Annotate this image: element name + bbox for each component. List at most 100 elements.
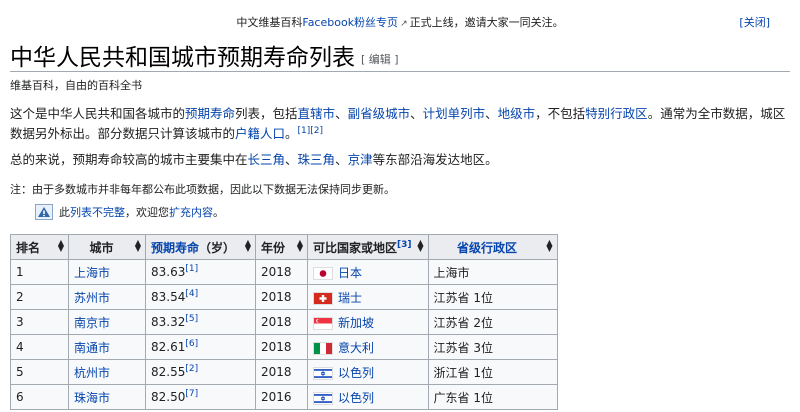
cell-province: 浙江省 1位 (427, 359, 558, 385)
cell-country: 意大利 (307, 334, 429, 360)
table-row: 1 上海市 83.63[1] 2018 日本 上海市 (10, 259, 558, 285)
page-title: 中华人民共和国城市预期寿命列表 (10, 45, 355, 71)
cell-rank: 3 (10, 309, 69, 335)
notice-text-before: 中文维基百科 (236, 16, 303, 29)
life-value: 83.32 (151, 315, 186, 329)
cell-life-expectancy: 82.55[2] (145, 359, 256, 385)
cell-province: 江苏省 2位 (427, 309, 558, 335)
israel-flag-icon (313, 366, 333, 380)
life-value: 83.63 (151, 265, 186, 279)
column-header-year[interactable]: 年份 ▲ ▼ (255, 234, 308, 260)
column-header-country[interactable]: 可比国家或地区[3] ▲ ▼ (307, 234, 429, 260)
stub-text: ，欢迎您 (125, 206, 169, 219)
life-value: 82.50 (151, 390, 186, 404)
data-note: 注：由于多数城市并非每年都公布此项数据，因此以下数据无法保持同步更新。 (10, 183, 395, 196)
cell-life-expectancy: 83.63[1] (145, 259, 256, 285)
link-yangtze-delta[interactable]: 长三角 (248, 152, 286, 167)
sort-icon: ▲ ▼ (417, 238, 424, 253)
summary-text: 、 (335, 152, 348, 167)
link-sub-provincial-city[interactable]: 副省级城市 (348, 106, 411, 121)
header-unit: （岁） (199, 240, 236, 255)
cell-city: 苏州市 (68, 284, 146, 310)
column-header-rank[interactable]: 排名 ▲ ▼ (10, 234, 69, 260)
japan-flag-icon (313, 266, 333, 280)
edit-link[interactable]: [ 编辑 ] (361, 53, 399, 66)
close-notice-button[interactable]: [关闭] (739, 14, 770, 30)
singapore-flag-icon (313, 316, 333, 330)
link-pearl-delta[interactable]: 珠三角 (298, 152, 336, 167)
link-incomplete-list[interactable]: 列表不完整 (70, 204, 125, 220)
citation-ref[interactable]: [5] (185, 314, 198, 324)
intro-text: 列表，包括 (235, 106, 298, 121)
country-link[interactable]: 意大利 (338, 341, 374, 355)
column-header-city[interactable]: 城市 ▲ ▼ (68, 234, 146, 260)
city-link[interactable]: 珠海市 (74, 391, 110, 405)
city-link[interactable]: 杭州市 (74, 366, 110, 380)
country-link[interactable]: 以色列 (338, 391, 374, 405)
intro-text: 、 (485, 106, 498, 121)
switzerland-flag-icon (313, 291, 333, 305)
link-prefecture-city[interactable]: 地级市 (498, 106, 536, 121)
citation-ref[interactable]: [6] (185, 339, 198, 349)
cell-city: 杭州市 (68, 359, 146, 385)
city-link[interactable]: 南通市 (74, 341, 110, 355)
column-header-life-expectancy[interactable]: 预期寿命（岁） ▲ ▼ (145, 234, 256, 260)
country-link[interactable]: 瑞士 (338, 291, 362, 305)
city-link[interactable]: 苏州市 (74, 291, 110, 305)
intro-text: 这个是中华人民共和国各城市的 (10, 106, 186, 121)
link-expand-content[interactable]: 扩充内容 (169, 204, 213, 220)
intro-paragraph: 这个是中华人民共和国各城市的预期寿命列表，包括直辖市、副省级城市、计划单列市、地… (10, 104, 788, 144)
cell-life-expectancy: 82.50[7] (145, 384, 256, 410)
city-link[interactable]: 上海市 (74, 266, 110, 280)
city-link[interactable]: 南京市 (74, 316, 110, 330)
cell-year: 2018 (255, 309, 308, 335)
link-jingjin[interactable]: 京津 (348, 152, 373, 167)
stub-text: 此 (59, 206, 70, 219)
link-municipality[interactable]: 直辖市 (298, 106, 336, 121)
cell-province: 广东省 1位 (427, 384, 558, 410)
sort-icon: ▲ ▼ (134, 238, 141, 253)
citation-ref[interactable]: [2] (185, 364, 198, 374)
sort-icon: ▲ ▼ (296, 238, 303, 253)
link-sar[interactable]: 特别行政区 (585, 106, 648, 121)
cell-country: 以色列 (307, 359, 429, 385)
intro-text: 。 (285, 126, 298, 141)
citation-ref[interactable]: [3] (397, 240, 412, 250)
header-label: 排名 (16, 240, 41, 255)
header-link-life-expectancy[interactable]: 预期寿命 (151, 241, 199, 255)
country-link[interactable]: 以色列 (338, 366, 374, 380)
notice-text-after: 正式上线，邀请大家一同关注。 (409, 16, 564, 29)
summary-text: 总的来说，预期寿命较高的城市主要集中在 (10, 152, 248, 167)
cell-year: 2018 (255, 334, 308, 360)
site-notice: 中文维基百科Facebook粉丝专页 ↗ 正式上线，邀请大家一同关注。 (0, 14, 800, 32)
incomplete-list-notice: 此列表不完整 ，欢迎您 扩充内容。 (35, 204, 224, 220)
stub-notice-icon (35, 204, 53, 220)
cell-rank: 4 (10, 334, 69, 360)
column-header-province[interactable]: 省级行政区 ▲ ▼ (427, 234, 558, 260)
citation-ref[interactable]: [7] (185, 389, 198, 399)
italy-flag-icon (313, 341, 333, 355)
citation-ref[interactable]: [1] (185, 264, 198, 274)
cell-year: 2018 (255, 284, 308, 310)
country-link[interactable]: 新加坡 (338, 316, 374, 330)
cell-rank: 2 (10, 284, 69, 310)
table-body: 1 上海市 83.63[1] 2018 日本 上海市 2 苏州市 83.54[4] 2018 瑞士江… (10, 259, 558, 410)
facebook-page-link[interactable]: Facebook粉丝专页 (302, 16, 398, 29)
life-value: 82.55 (151, 365, 186, 379)
country-link[interactable]: 日本 (338, 266, 362, 280)
summary-text: 等东部沿海发达地区。 (372, 152, 498, 167)
citation-ref[interactable]: [1][2] (298, 126, 324, 136)
stub-text: 。 (213, 206, 224, 219)
link-separately-planned-city[interactable]: 计划单列市 (423, 106, 486, 121)
cell-life-expectancy: 83.54[4] (145, 284, 256, 310)
intro-text: 、 (410, 106, 423, 121)
cell-country: 瑞士 (307, 284, 429, 310)
table-row: 6 珠海市 82.50[7] 2016 以色列 广东省 1位 (10, 384, 558, 410)
citation-ref[interactable]: [4] (185, 289, 198, 299)
cell-province: 江苏省 3位 (427, 334, 558, 360)
link-life-expectancy[interactable]: 预期寿命 (185, 106, 235, 121)
header-link-province[interactable]: 省级行政区 (457, 241, 517, 255)
life-value: 82.61 (151, 340, 186, 354)
israel-flag-icon (313, 391, 333, 405)
link-hukou[interactable]: 户籍人口 (235, 126, 285, 141)
